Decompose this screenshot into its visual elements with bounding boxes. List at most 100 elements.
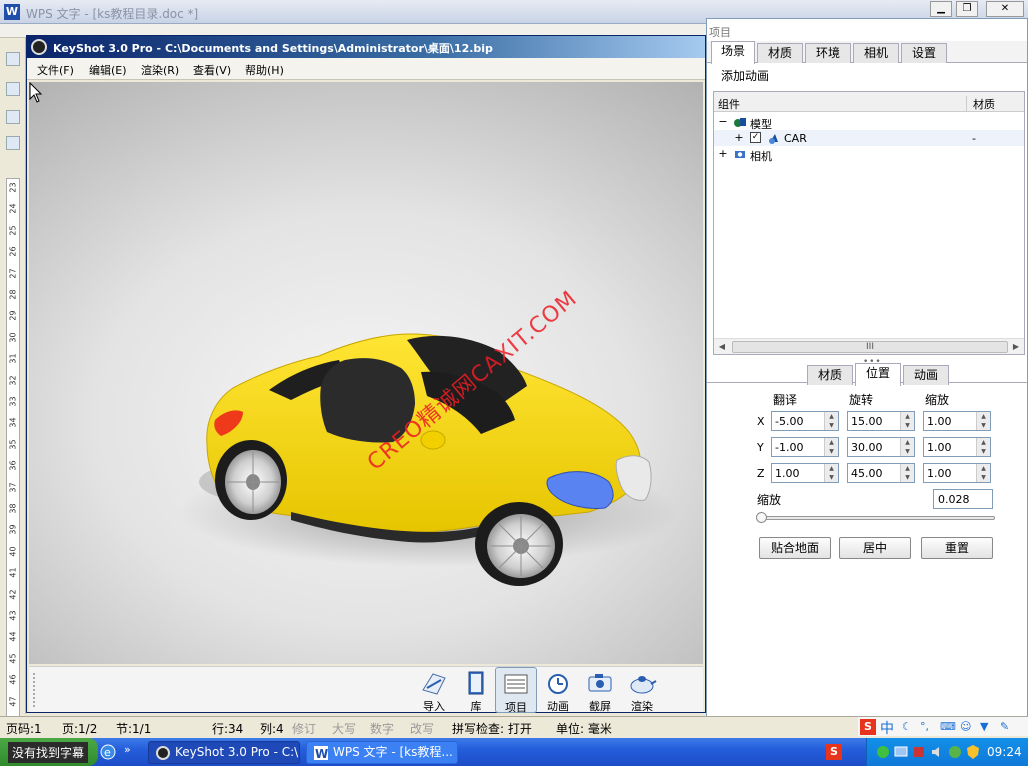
tab-material[interactable]: 材质 — [757, 43, 803, 63]
tray-volume-icon[interactable] — [929, 744, 945, 760]
menu-view[interactable]: 查看(V) — [193, 62, 231, 78]
rotate-z-field[interactable]: 45.00 ▲ ▼ — [847, 463, 915, 483]
quicklaunch-more-icon[interactable]: » — [124, 743, 140, 759]
snap-to-ground-button[interactable]: 贴合地面 — [759, 537, 831, 559]
expand-toggle[interactable]: + — [734, 131, 744, 144]
translate-x-field[interactable]: -5.00 ▲ ▼ — [771, 411, 839, 431]
uniform-scale-input[interactable]: 0.028 — [933, 489, 993, 509]
punctuation-icon[interactable]: °, — [920, 721, 932, 733]
add-animation-button[interactable]: 添加动画 — [721, 67, 769, 84]
translate-z-field[interactable]: 1.00 ▲ ▼ — [771, 463, 839, 483]
column-component[interactable]: 组件 — [718, 96, 740, 112]
tab-sub-material[interactable]: 材质 — [807, 365, 853, 385]
status-revise[interactable]: 修订 — [292, 720, 316, 737]
keyshot-titlebar[interactable]: KeyShot 3.0 Pro - C:\Documents and Setti… — [27, 36, 705, 58]
tray-network-icon[interactable] — [875, 744, 891, 760]
spinner-arrows-icon[interactable]: ▲ ▼ — [976, 438, 990, 456]
tray-security-icon[interactable] — [911, 744, 927, 760]
scale-z-field[interactable]: 1.00 ▲ ▼ — [923, 463, 991, 483]
spinner-arrows-icon[interactable]: ▲ ▼ — [976, 464, 990, 482]
toolbar-grip[interactable] — [33, 673, 37, 707]
center-button[interactable]: 居中 — [839, 537, 911, 559]
status-unit[interactable]: 单位: 毫米 — [556, 720, 612, 737]
tab-scene[interactable]: 场景 — [711, 41, 755, 64]
moon-icon[interactable]: ☾ — [902, 721, 914, 733]
close-button[interactable]: ✕ — [986, 1, 1024, 17]
tree-row-car[interactable]: + ✓ CAR - — [714, 130, 1024, 146]
tab-sub-position[interactable]: 位置 — [855, 363, 901, 386]
project-icon — [504, 674, 528, 694]
tray-display-icon[interactable] — [893, 744, 909, 760]
sogou-ime-icon[interactable]: S — [860, 719, 876, 735]
render-button[interactable]: 渲染 — [621, 667, 663, 713]
wps-tool-icon[interactable] — [6, 52, 20, 66]
wps-tool-icon[interactable] — [6, 136, 20, 150]
wps-tool-icon[interactable] — [6, 82, 20, 96]
task-wps[interactable]: W WPS 文字 - [ks教程... — [306, 741, 458, 764]
wps-task-icon: W — [314, 746, 328, 761]
expand-toggle[interactable]: + — [718, 147, 728, 160]
task-keyshot[interactable]: KeyShot 3.0 Pro - C:\... — [148, 741, 300, 764]
ruler-number: 26 — [8, 246, 18, 257]
menu-render[interactable]: 渲染(R) — [141, 62, 179, 78]
spinner-arrows-icon[interactable]: ▲ ▼ — [824, 464, 838, 482]
tab-sub-animation[interactable]: 动画 — [903, 365, 949, 385]
horizontal-scrollbar[interactable]: ◀ III ▶ — [714, 338, 1024, 354]
ruler-number: 39 — [8, 524, 18, 535]
menu-file[interactable]: 文件(F) — [37, 62, 74, 78]
project-button[interactable]: 项目 — [495, 667, 537, 714]
tab-camera[interactable]: 相机 — [853, 43, 899, 63]
minimize-button[interactable]: ▁ — [930, 1, 952, 17]
user-icon[interactable]: ☺ — [960, 721, 972, 733]
ruler-number: 23 — [8, 182, 18, 193]
menu-help[interactable]: 帮助(H) — [245, 62, 284, 78]
spinner-arrows-icon[interactable]: ▲ ▼ — [976, 412, 990, 430]
spinner-arrows-icon[interactable]: ▲ ▼ — [900, 412, 914, 430]
translate-y-field[interactable]: -1.00 ▲ ▼ — [771, 437, 839, 457]
rotate-y-field[interactable]: 30.00 ▲ ▼ — [847, 437, 915, 457]
ime-chinese-toggle[interactable]: 中 — [880, 718, 894, 738]
sogou-tray-icon[interactable]: S — [826, 744, 842, 760]
column-material[interactable]: 材质 — [966, 96, 995, 112]
status-spellcheck[interactable]: 拼写检查: 打开 — [452, 720, 532, 737]
collapse-toggle[interactable]: − — [718, 115, 728, 128]
ie-icon[interactable]: e — [100, 744, 116, 760]
library-button[interactable]: 库 — [455, 667, 497, 713]
tray-update-icon[interactable] — [947, 744, 963, 760]
wps-tool-icon[interactable] — [6, 110, 20, 124]
scale-y-field[interactable]: 1.00 ▲ ▼ — [923, 437, 991, 457]
tab-environment[interactable]: 环境 — [805, 43, 851, 63]
menu-edit[interactable]: 编辑(E) — [89, 62, 127, 78]
screenshot-button[interactable]: 截屏 — [579, 667, 621, 713]
start-button[interactable]: 没有找到字幕 — [0, 738, 98, 766]
tray-shield-icon[interactable] — [965, 744, 981, 760]
ruler-number: 31 — [8, 353, 18, 364]
spinner-arrows-icon[interactable]: ▲ ▼ — [900, 464, 914, 482]
scroll-left-icon[interactable]: ◀ — [716, 341, 728, 353]
import-button[interactable]: 导入 — [413, 667, 455, 713]
rotate-x-field[interactable]: 15.00 ▲ ▼ — [847, 411, 915, 431]
scale-x-field[interactable]: 1.00 ▲ ▼ — [923, 411, 991, 431]
keyshot-window: KeyShot 3.0 Pro - C:\Documents and Setti… — [26, 35, 706, 714]
tree-row-model[interactable]: − 模型 — [714, 114, 1024, 131]
visibility-checkbox[interactable]: ✓ — [750, 132, 761, 143]
spinner-arrows-icon[interactable]: ▲ ▼ — [900, 438, 914, 456]
restore-button[interactable]: ❐ — [956, 1, 978, 17]
project-panel: 项目 场景 材质 环境 相机 设置 添加动画 组件 材质 − 模型 + ✓ CA… — [706, 18, 1028, 734]
animation-button[interactable]: 动画 — [537, 667, 579, 713]
scroll-thumb[interactable]: III — [732, 341, 1008, 353]
tree-row-camera[interactable]: + 相机 — [714, 146, 1024, 163]
keyboard-icon[interactable]: ⌨ — [940, 721, 956, 733]
shirt-icon[interactable]: ▼ — [980, 721, 992, 733]
render-viewport[interactable]: CREO精诚网CAXIT.COM — [29, 82, 703, 664]
position-panel: 翻译 旋转 缩放 X -5.00 ▲ ▼ 15.00 ▲ ▼ 1.00 ▲ ▼ Y -1.0… — [707, 385, 1027, 585]
reset-button[interactable]: 重置 — [921, 537, 993, 559]
scale-slider[interactable] — [756, 512, 995, 523]
spinner-arrows-icon[interactable]: ▲ ▼ — [824, 438, 838, 456]
keyshot-logo-icon — [31, 39, 47, 55]
tools-icon[interactable]: ✎ — [1000, 721, 1012, 733]
slider-knob[interactable] — [756, 512, 767, 523]
scroll-right-icon[interactable]: ▶ — [1010, 341, 1022, 353]
tab-settings[interactable]: 设置 — [901, 43, 947, 63]
spinner-arrows-icon[interactable]: ▲ ▼ — [824, 412, 838, 430]
